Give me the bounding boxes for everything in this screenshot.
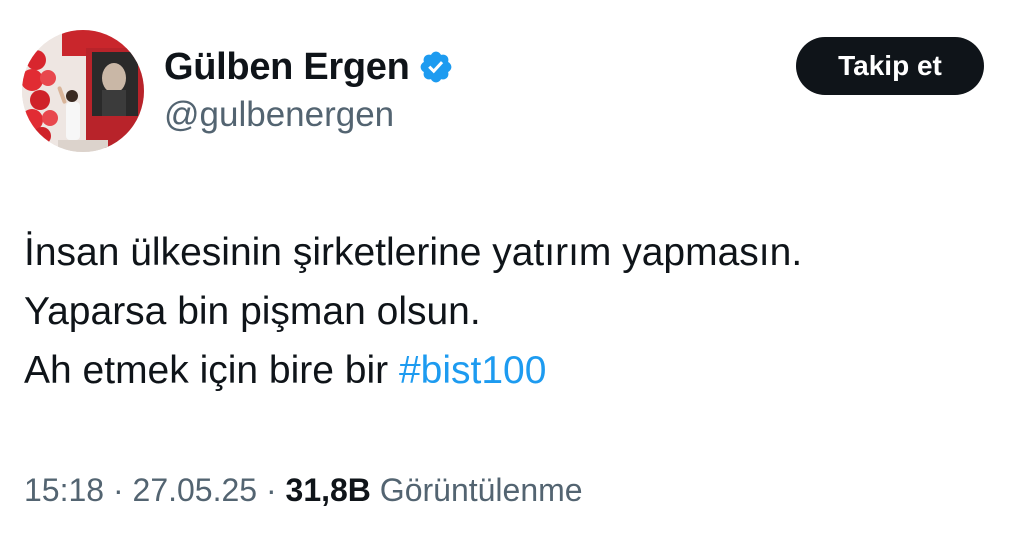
meta-separator: ·: [257, 472, 286, 508]
user-names: Gülben Ergen @gulbenergen: [164, 42, 454, 135]
tweet-time[interactable]: 15:18: [24, 472, 104, 508]
tweet-date[interactable]: 27.05.25: [133, 472, 258, 508]
tweet-header: Gülben Ergen @gulbenergen Takip et: [22, 30, 984, 155]
views-label: Görüntülenme: [379, 472, 583, 508]
tweet-line-2: Yaparsa bin pişman olsun.: [24, 290, 481, 333]
follow-button[interactable]: Takip et: [796, 37, 984, 95]
hashtag-link[interactable]: #bist100: [399, 349, 546, 392]
views-count: 31,8B: [285, 472, 371, 508]
name-row: Gülben Ergen: [164, 42, 454, 92]
user-handle[interactable]: @gulbenergen: [164, 95, 454, 135]
tweet-line-3: Ah etmek için bire bir #bist100: [24, 341, 1004, 400]
tweet-text: İnsan ülkesinin şirketlerine yatırım yap…: [24, 223, 1004, 400]
meta-separator: ·: [104, 472, 133, 508]
avatar[interactable]: [22, 30, 144, 152]
tweet-meta: 15:18 · 27.05.25 · 31,8B Görüntülenme: [24, 472, 583, 509]
verified-badge-icon: [420, 51, 451, 83]
profile-photo-icon: [22, 30, 144, 152]
tweet-card: Gülben Ergen @gulbenergen Takip et İnsan…: [0, 0, 1024, 537]
tweet-line-3-text: Ah etmek için bire bir: [24, 349, 399, 392]
display-name[interactable]: Gülben Ergen: [164, 46, 410, 89]
tweet-line-1: İnsan ülkesinin şirketlerine yatırım yap…: [24, 231, 803, 274]
